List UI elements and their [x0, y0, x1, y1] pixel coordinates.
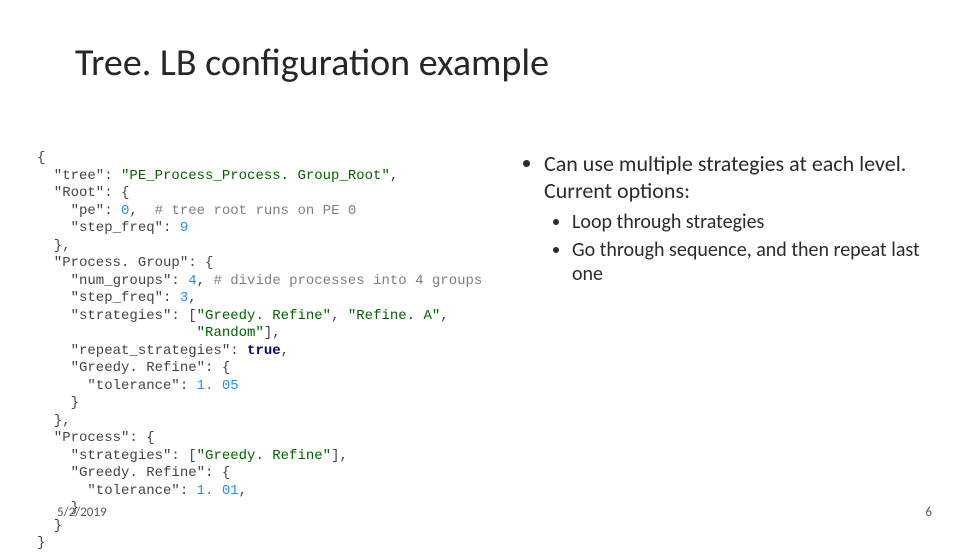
code-line: }: [37, 535, 45, 551]
code-block: { "tree": "PE_Process_Process. Group_Roo…: [37, 150, 482, 553]
bullet-sub: Go through sequence, and then repeat las…: [572, 238, 930, 286]
bullet-sub: Loop through strategies: [572, 210, 930, 234]
slide: Tree. LB configuration example { "tree":…: [0, 0, 960, 540]
code-line: "strategies": ["Greedy. Refine", "Refine…: [37, 308, 449, 324]
code-line: "num_groups": 4, # divide processes into…: [37, 273, 482, 289]
code-line: "Greedy. Refine": {: [37, 360, 230, 376]
bullet-list: Can use multiple strategies at each leve…: [520, 150, 930, 290]
code-line: "tree": "PE_Process_Process. Group_Root"…: [37, 168, 398, 184]
code-line: "Process. Group": {: [37, 255, 213, 271]
code-line: "Random"],: [37, 325, 281, 341]
code-line: "step_freq": 9: [37, 220, 188, 236]
code-line: },: [37, 238, 71, 254]
footer-date: 5/2/2019: [57, 505, 107, 520]
code-line: "Greedy. Refine": {: [37, 465, 230, 481]
code-line: "pe": 0, # tree root runs on PE 0: [37, 203, 356, 219]
code-line: }: [37, 395, 79, 411]
footer-page-number: 6: [925, 505, 932, 520]
code-line: "step_freq": 3,: [37, 290, 197, 306]
slide-title: Tree. LB configuration example: [75, 40, 549, 86]
code-line: "tolerance": 1. 01,: [37, 483, 247, 499]
code-line: "Process": {: [37, 430, 155, 446]
code-line: "strategies": ["Greedy. Refine"],: [37, 448, 348, 464]
code-line: "tolerance": 1. 05: [37, 378, 239, 394]
code-line: "Root": {: [37, 185, 129, 201]
code-line: {: [37, 150, 45, 166]
bullet-main: Can use multiple strategies at each leve…: [544, 150, 930, 286]
code-line: "repeat_strategies": true,: [37, 343, 289, 359]
code-line: },: [37, 413, 71, 429]
bullet-text: Can use multiple strategies at each leve…: [544, 150, 906, 204]
